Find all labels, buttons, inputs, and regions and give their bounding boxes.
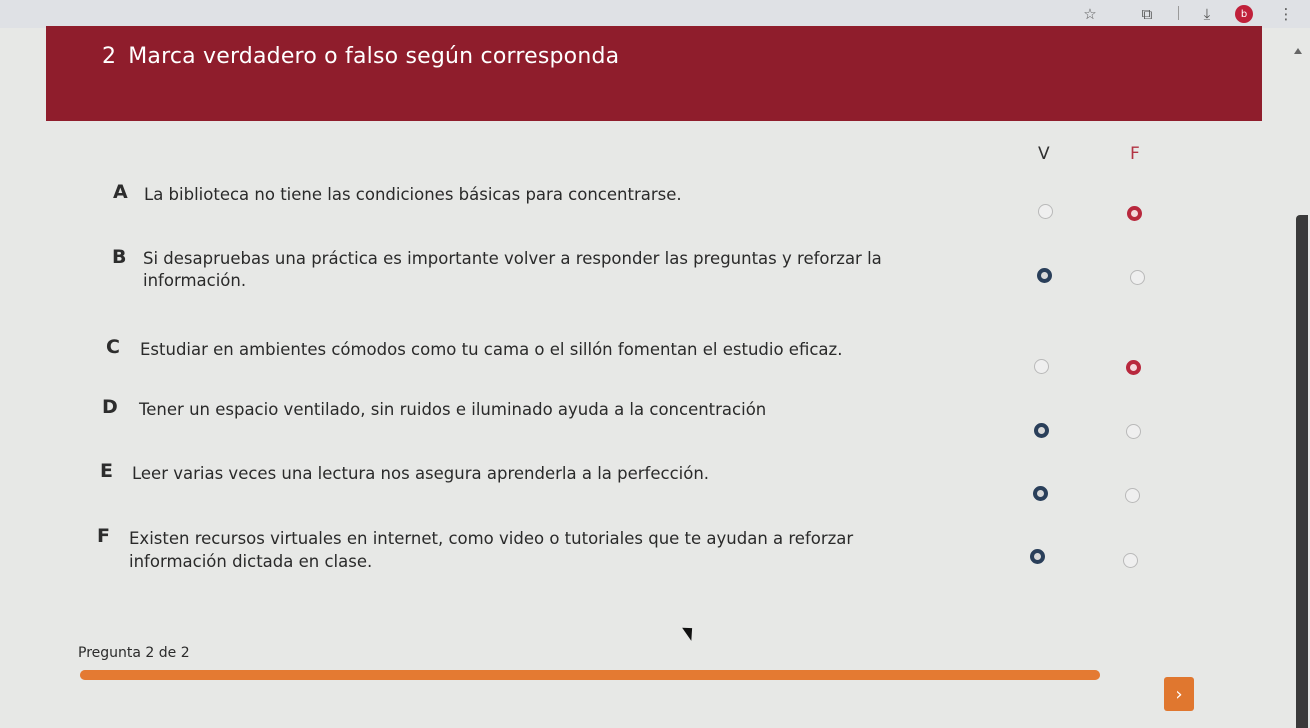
question-header: 2 Marca verdadero o falso según correspon… [46, 26, 1262, 121]
statement-letter: F [97, 525, 110, 547]
statement-letter: B [112, 246, 127, 268]
statement-text-line2: información. [143, 271, 247, 290]
radio-true-c[interactable] [1034, 359, 1049, 374]
puzzle-icon[interactable]: ⧉ [1135, 2, 1159, 26]
radio-false-f[interactable] [1123, 553, 1138, 568]
radio-false-d[interactable] [1126, 424, 1141, 439]
question-text: Marca verdadero o falso según correspond… [128, 44, 620, 69]
radio-true-f[interactable] [1030, 549, 1045, 564]
radio-true-b[interactable] [1037, 268, 1052, 283]
statement-text: Tener un espacio ventilado, sin ruidos e… [139, 400, 767, 419]
mouse-pointer-icon [682, 623, 698, 641]
toolbar-divider [1178, 6, 1179, 20]
download-icon[interactable]: ⤓ [1195, 2, 1219, 26]
statement-text: La biblioteca no tiene las condiciones b… [144, 185, 682, 204]
radio-true-a[interactable] [1038, 204, 1053, 219]
statement-text: Si desapruebas una práctica es important… [143, 249, 882, 268]
chevron-right-icon: › [1175, 683, 1183, 705]
statement-text: Estudiar en ambientes cómodos como tu ca… [140, 340, 843, 359]
progress-label: Pregunta 2 de 2 [78, 645, 190, 661]
statement-letter: E [100, 460, 113, 482]
scrollbar[interactable] [1296, 215, 1308, 728]
radio-false-e[interactable] [1125, 488, 1140, 503]
statement-letter: A [113, 181, 128, 203]
statement-text-line2: información dictada en clase. [129, 552, 373, 571]
kebab-menu-icon[interactable]: ⋮ [1274, 2, 1298, 26]
column-header-true: V [1038, 144, 1050, 164]
radio-false-c[interactable] [1126, 360, 1141, 375]
avatar[interactable]: b [1235, 5, 1253, 23]
radio-true-e[interactable] [1033, 486, 1048, 501]
progress-bar-fill [80, 670, 1100, 680]
radio-false-a[interactable] [1127, 206, 1142, 221]
next-button[interactable]: › [1164, 677, 1194, 711]
radio-true-d[interactable] [1034, 423, 1049, 438]
browser-toolbar: ☆ ⧉ ⤓ b ⋮ [0, 0, 1310, 28]
column-header-false: F [1130, 144, 1140, 164]
radio-false-b[interactable] [1130, 270, 1145, 285]
statement-letter: D [102, 396, 118, 418]
star-icon[interactable]: ☆ [1078, 2, 1102, 26]
question-number: 2 [102, 44, 117, 69]
question-title: 2 Marca verdadero o falso según correspon… [102, 44, 619, 69]
progress-bar [80, 670, 1100, 680]
statement-letter: C [106, 336, 120, 358]
scroll-up-arrow-icon[interactable] [1294, 48, 1302, 54]
statement-text: Leer varias veces una lectura nos asegur… [132, 464, 710, 483]
statement-text: Existen recursos virtuales en internet, … [129, 529, 854, 548]
